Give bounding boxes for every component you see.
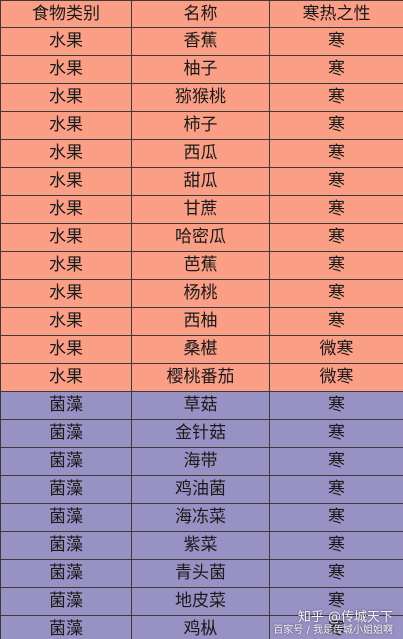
cell-name: 金针菇 [131, 419, 270, 448]
cell-category: 菌藻 [0, 503, 132, 532]
table-row: 菌藻 海带寒 [0, 447, 403, 476]
cell-nature: 寒 [269, 279, 403, 308]
cell-category: 水果 [0, 111, 132, 140]
table-row: 菌藻 草菇寒 [0, 391, 403, 420]
cell-name: 哈密瓜 [131, 223, 270, 252]
cell-name: 芭蕉 [131, 251, 270, 280]
cell-nature: 寒 [269, 503, 403, 532]
cell-category: 水果 [0, 195, 132, 224]
header-nature: 寒热之性 [269, 0, 403, 28]
cell-nature: 寒 [269, 167, 403, 196]
cell-nature: 寒 [269, 251, 403, 280]
cell-category: 菌藻 [0, 587, 132, 616]
table-row: 菌藻 青头菌寒 [0, 559, 403, 588]
table-row: 水果 芭蕉寒 [0, 251, 403, 280]
cell-name: 西瓜 [131, 139, 270, 168]
cell-name: 西柚 [131, 307, 270, 336]
table-row: 菌藻 紫菜寒 [0, 531, 403, 560]
cell-category: 菌藻 [0, 475, 132, 504]
cell-name: 甘蔗 [131, 195, 270, 224]
header-category: 食物类别 [0, 0, 132, 28]
table-row: 水果 西柚寒 [0, 307, 403, 336]
cell-name: 地皮菜 [131, 587, 270, 616]
table-row: 菌藻 海冻菜寒 [0, 503, 403, 532]
cell-name: 猕猴桃 [131, 83, 270, 112]
cell-nature: 寒 [269, 195, 403, 224]
cell-name: 紫菜 [131, 531, 270, 560]
table-row: 水果 香蕉寒 [0, 27, 403, 56]
cell-nature: 寒 [269, 531, 403, 560]
table-header-row: 食物类别 名称 寒热之性 [0, 0, 403, 28]
cell-nature: 寒 [269, 83, 403, 112]
cell-category: 菌藻 [0, 531, 132, 560]
cell-nature: 寒 [269, 223, 403, 252]
cell-nature: 寒 [269, 391, 403, 420]
cell-category: 菌藻 [0, 419, 132, 448]
table-row: 水果 西瓜寒 [0, 139, 403, 168]
table-row: 水果 哈密瓜寒 [0, 223, 403, 252]
cell-category: 菌藻 [0, 559, 132, 588]
cell-nature: 寒 [269, 615, 403, 639]
cell-nature: 寒 [269, 447, 403, 476]
food-nature-table: 食物类别 名称 寒热之性 水果 香蕉寒水果 柚子寒水果 猕猴桃寒水果 柿子寒水果 西瓜寒水… [0, 0, 403, 639]
table-row: 水果 樱桃番茄 微寒 [0, 363, 403, 392]
cell-category: 水果 [0, 83, 132, 112]
cell-category: 水果 [0, 363, 132, 392]
cell-name: 海冻菜 [131, 503, 270, 532]
cell-category: 水果 [0, 279, 132, 308]
cell-category: 水果 [0, 55, 132, 84]
cell-name: 桑椹 [131, 335, 270, 364]
cell-nature: 寒 [269, 307, 403, 336]
cell-nature: 微寒 [269, 363, 403, 392]
cell-category: 菌藻 [0, 447, 132, 476]
cell-name: 柚子 [131, 55, 270, 84]
table-body: 水果 香蕉寒水果 柚子寒水果 猕猴桃寒水果 柿子寒水果 西瓜寒水果 甜瓜寒水果 甘蔗寒水果 哈密… [0, 27, 403, 639]
table-row: 水果 杨桃寒 [0, 279, 403, 308]
table-row: 水果 甘蔗寒 [0, 195, 403, 224]
table-row: 水果 柚子寒 [0, 55, 403, 84]
cell-name: 青头菌 [131, 559, 270, 588]
cell-name: 鸡枞 [131, 615, 270, 639]
document-sheet: 食物类别 名称 寒热之性 水果 香蕉寒水果 柚子寒水果 猕猴桃寒水果 柿子寒水果 西瓜寒水… [0, 0, 403, 639]
cell-category: 菌藻 [0, 391, 132, 420]
table-row: 水果 甜瓜寒 [0, 167, 403, 196]
cell-nature: 寒 [269, 419, 403, 448]
cell-name: 鸡油菌 [131, 475, 270, 504]
cell-nature: 寒 [269, 27, 403, 56]
table-row: 水果 柿子寒 [0, 111, 403, 140]
table-row: 水果 猕猴桃寒 [0, 83, 403, 112]
cell-category: 菌藻 [0, 615, 132, 639]
table-row: 菌藻 鸡油菌寒 [0, 475, 403, 504]
table-row: 菌藻 地皮菜寒 [0, 587, 403, 616]
cell-nature: 微寒 [269, 335, 403, 364]
table-row: 水果 桑椹 微寒 [0, 335, 403, 364]
cell-name: 海带 [131, 447, 270, 476]
cell-nature: 寒 [269, 139, 403, 168]
cell-nature: 寒 [269, 587, 403, 616]
cell-category: 水果 [0, 307, 132, 336]
cell-name: 甜瓜 [131, 167, 270, 196]
cell-category: 水果 [0, 167, 132, 196]
cell-category: 水果 [0, 27, 132, 56]
cell-nature: 寒 [269, 55, 403, 84]
table-row: 菌藻 金针菇寒 [0, 419, 403, 448]
table-row: 菌藻 鸡枞寒 [0, 615, 403, 639]
cell-name: 香蕉 [131, 27, 270, 56]
cell-category: 水果 [0, 251, 132, 280]
cell-nature: 寒 [269, 559, 403, 588]
cell-name: 杨桃 [131, 279, 270, 308]
cell-category: 水果 [0, 335, 132, 364]
header-name: 名称 [131, 0, 270, 28]
cell-nature: 寒 [269, 111, 403, 140]
cell-name: 草菇 [131, 391, 270, 420]
cell-name: 樱桃番茄 [131, 363, 270, 392]
cell-category: 水果 [0, 139, 132, 168]
cell-name: 柿子 [131, 111, 270, 140]
cell-nature: 寒 [269, 475, 403, 504]
cell-category: 水果 [0, 223, 132, 252]
